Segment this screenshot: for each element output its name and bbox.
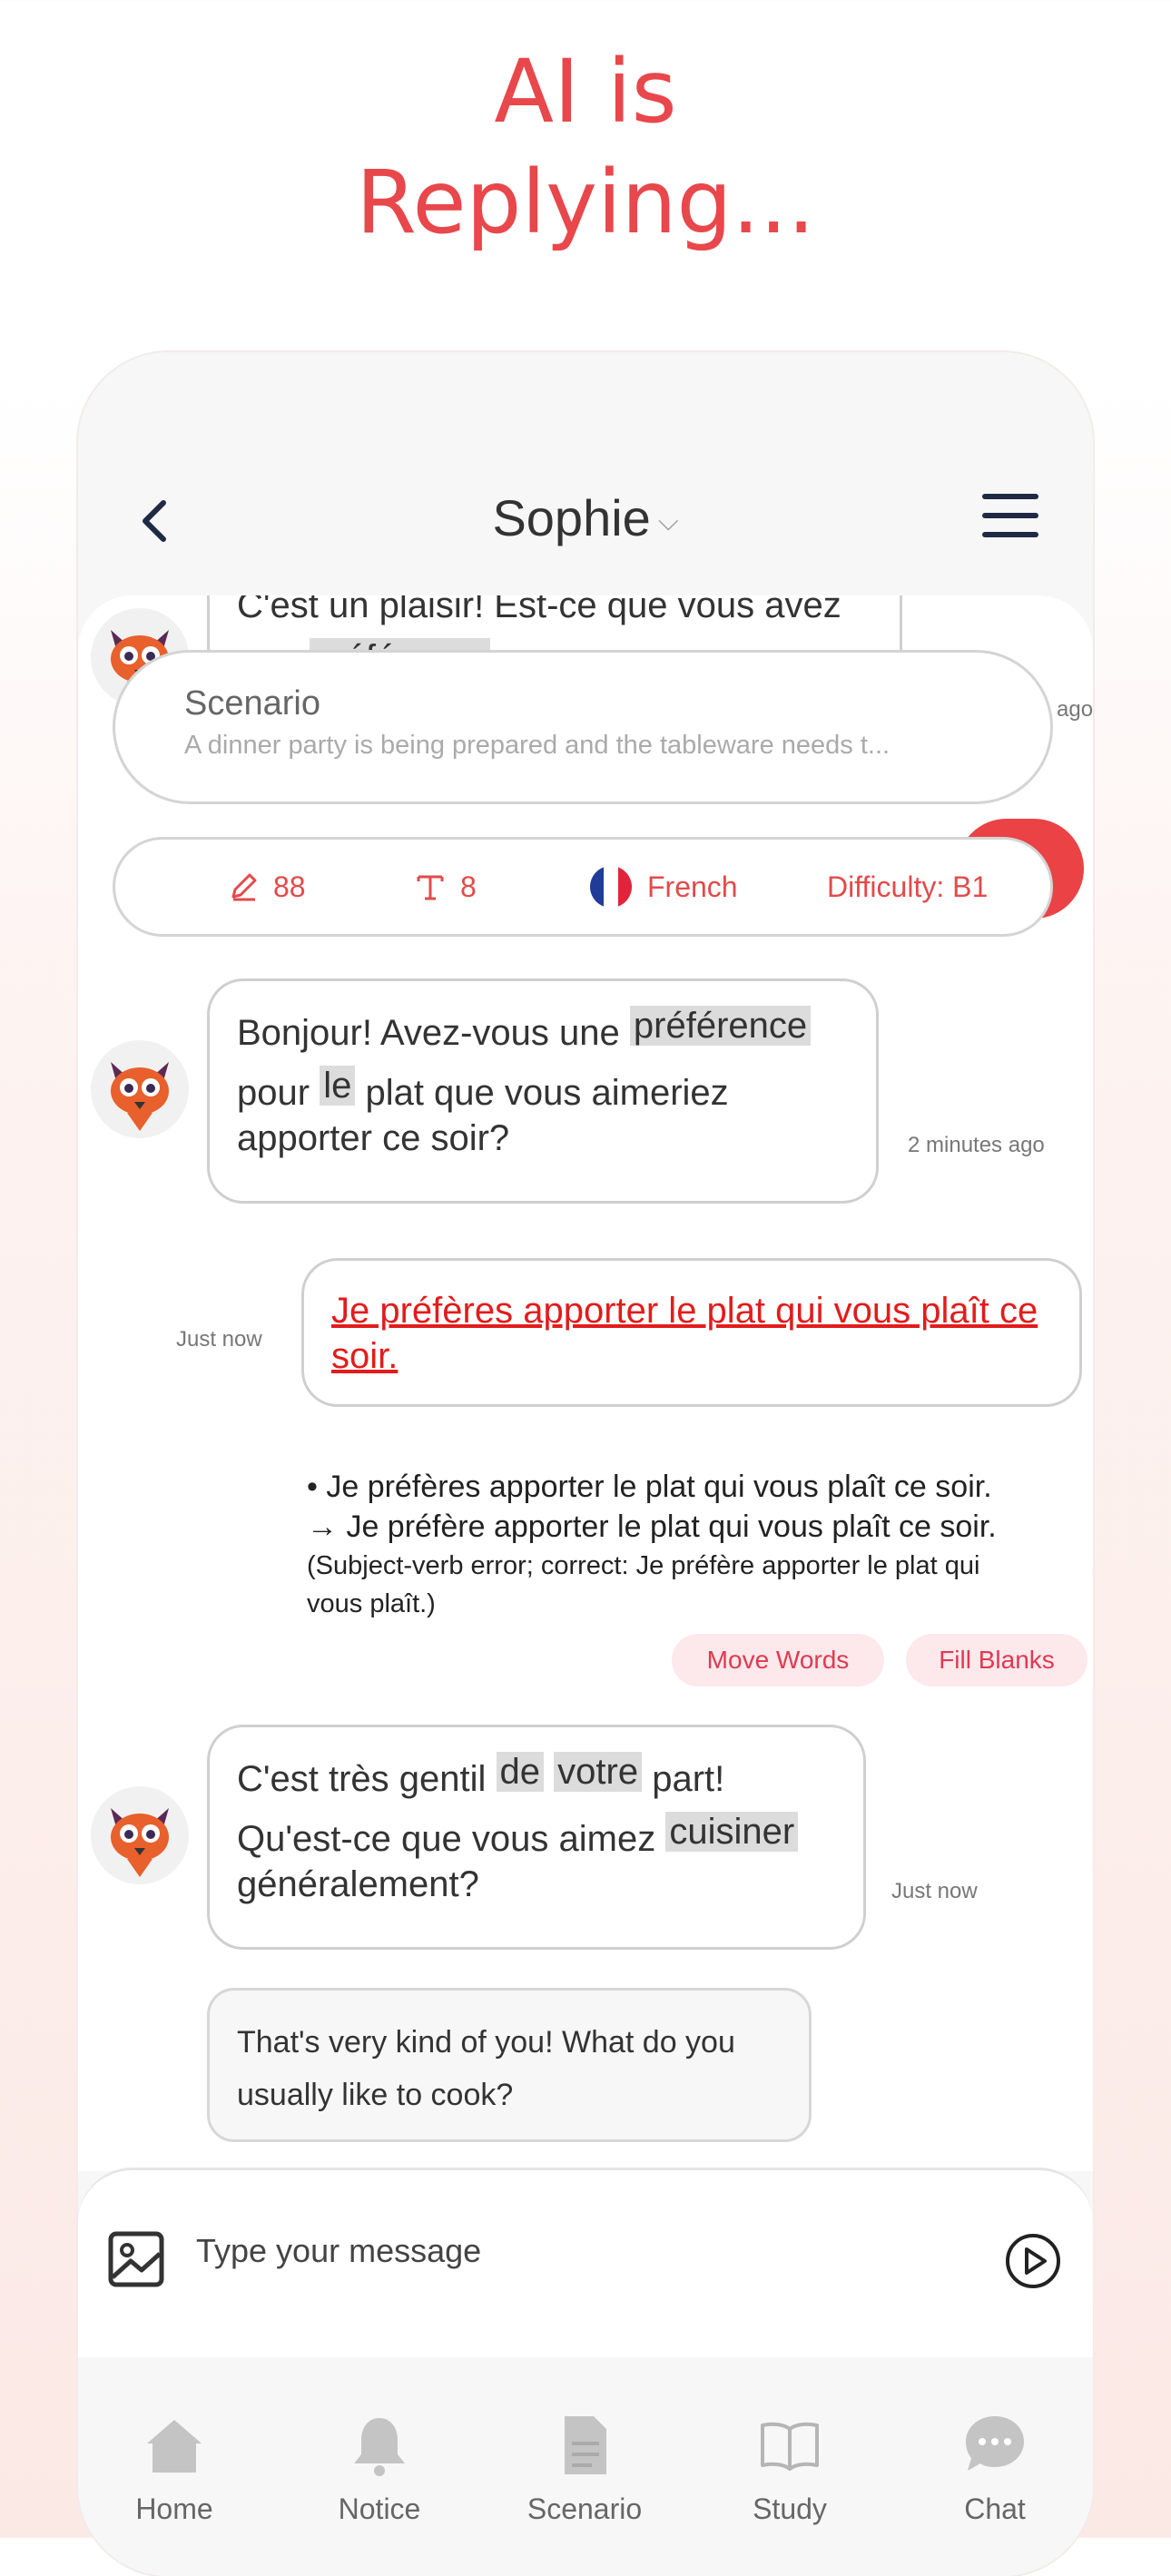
highlight-word[interactable]: préférence: [629, 1006, 812, 1046]
edit-count-value: 88: [273, 870, 306, 903]
message-text: part!: [652, 1759, 725, 1799]
image-icon: [108, 2231, 164, 2287]
play-icon: [1006, 2234, 1060, 2288]
text-icon: [417, 875, 444, 900]
promo-line-1: AI is: [494, 41, 677, 143]
correction-explanation: (Subject-verb error; correct: Je préfère…: [307, 1551, 980, 1580]
promo-line-2: Replying...: [356, 152, 815, 253]
chat-area[interactable]: C'est un plaisir! Est-ce que vous avez p…: [78, 595, 1093, 2171]
fox-icon: [111, 1062, 169, 1131]
bell-icon: [354, 2418, 405, 2476]
ai-message-bubble[interactable]: Bonjour! Avez-vous une préférence pour l…: [207, 978, 879, 1204]
chat-title[interactable]: Sophie ⌵: [78, 488, 1093, 547]
pencil-icon: [231, 873, 257, 901]
message-composer: Type your message: [78, 2168, 1093, 2357]
correction-explanation: vous plaît.): [307, 1589, 436, 1618]
message-text: plat que vous aimeriez: [365, 1073, 729, 1113]
home-icon: [147, 2420, 202, 2473]
france-flag-icon: [590, 866, 632, 908]
correction-fixed: → Je préfère apporter le plat qui vous p…: [307, 1509, 997, 1544]
hamburger-line: [982, 532, 1038, 537]
edit-count[interactable]: 88: [228, 840, 306, 934]
nav-bar: Sophie ⌵: [78, 461, 1093, 570]
correction-block: • Je préfères apporter le plat qui vous …: [307, 1467, 1078, 1623]
language-selector[interactable]: French: [589, 840, 738, 934]
highlight-word[interactable]: cuisiner: [665, 1812, 799, 1852]
stats-bar: 88 8 French Difficulty: B1: [113, 837, 1053, 937]
hamburger-icon: [982, 494, 1038, 499]
text-size[interactable]: 8: [415, 840, 477, 934]
tab-bar: Home Notice Scenario Study Chat: [78, 2358, 1093, 2576]
correction-original: • Je préfères apporter le plat qui vous …: [307, 1470, 992, 1504]
message-text: C'est un plaisir! Est-ce que vous avez: [237, 595, 841, 625]
timestamp: ago: [1057, 697, 1093, 722]
send-button[interactable]: [1004, 2232, 1062, 2290]
tab-label: Chat: [964, 2492, 1026, 2525]
ai-message-bubble[interactable]: C'est très gentil de votre part! Qu'est-…: [207, 1725, 866, 1950]
tab-label: Scenario: [526, 2492, 643, 2525]
tab-label: Study: [753, 2492, 827, 2525]
highlight-word[interactable]: votre: [554, 1752, 643, 1792]
move-words-chip[interactable]: Move Words: [672, 1634, 884, 1686]
timestamp: Just now: [891, 1879, 978, 1903]
fox-icon: [111, 1808, 169, 1877]
text-size-value: 8: [460, 870, 477, 903]
message-input[interactable]: Type your message: [196, 2232, 481, 2270]
highlight-word[interactable]: le: [320, 1066, 356, 1106]
book-icon: [761, 2422, 819, 2471]
translation-bubble[interactable]: That's very kind of you! What do you usu…: [207, 1988, 812, 2142]
chat-icon: [966, 2416, 1024, 2471]
scenario-title: Scenario: [184, 684, 320, 723]
scenario-card[interactable]: Scenario A dinner party is being prepare…: [113, 650, 1053, 804]
menu-button[interactable]: [982, 494, 1038, 539]
language-label: French: [647, 870, 738, 903]
message-text: C'est très gentil: [237, 1759, 487, 1799]
hamburger-line: [982, 513, 1038, 518]
timestamp: 2 minutes ago: [908, 1133, 1045, 1157]
fill-blanks-chip[interactable]: Fill Blanks: [906, 1634, 1087, 1686]
attach-image-button[interactable]: [107, 2230, 165, 2288]
scenario-description: A dinner party is being prepared and the…: [184, 731, 891, 760]
user-message-bubble[interactable]: Je préfères apporter le plat qui vous pl…: [301, 1258, 1082, 1407]
message-text: pour: [237, 1073, 310, 1113]
highlight-word[interactable]: de: [496, 1752, 545, 1792]
message-text: Qu'est-ce que vous aimez: [237, 1819, 656, 1859]
message-text: généralement?: [237, 1864, 479, 1904]
phone-frame: Sophie ⌵ C'est un plaisir! Est-ce que vou…: [78, 352, 1093, 2576]
translation-text: That's very kind of you! What do you: [237, 2025, 735, 2060]
promo-title: AI is Replying...: [0, 36, 1171, 258]
difficulty-label[interactable]: Difficulty: B1: [827, 840, 988, 934]
contact-name: Sophie: [492, 489, 651, 546]
tab-label: Home: [135, 2492, 213, 2525]
document-icon: [565, 2416, 606, 2474]
message-text: apporter ce soir?: [237, 1118, 510, 1158]
avatar: [91, 1786, 189, 1884]
chevron-down-icon: ⌵: [657, 506, 679, 537]
avatar: [91, 1040, 189, 1138]
translation-text: usually like to cook?: [237, 2078, 514, 2112]
timestamp: Just now: [176, 1327, 262, 1352]
message-text: Bonjour! Avez-vous une: [237, 1013, 620, 1053]
tab-label: Notice: [338, 2492, 421, 2525]
